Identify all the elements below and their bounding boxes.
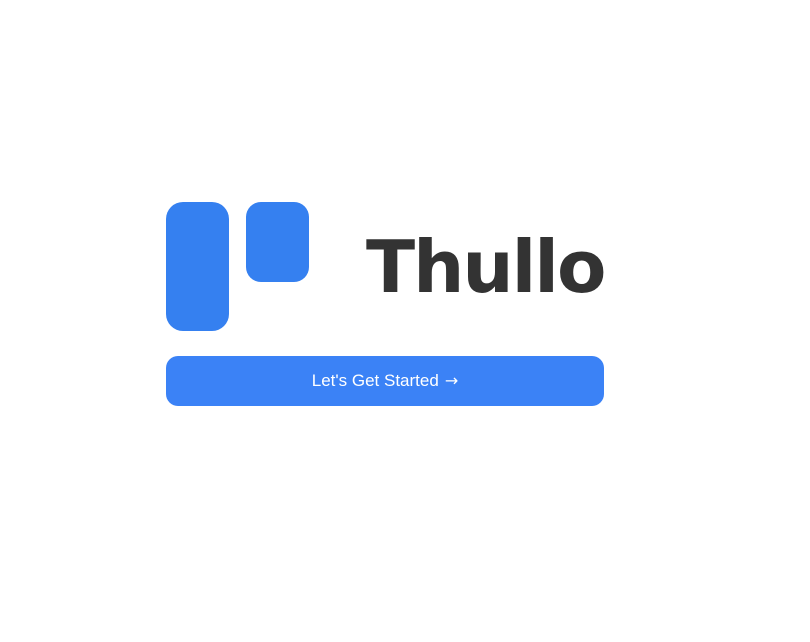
logo-tall-bar xyxy=(166,202,229,331)
brand-name: Thullo xyxy=(366,225,606,309)
arrow-right-icon: → xyxy=(444,371,459,390)
logo-short-bar xyxy=(246,202,309,282)
get-started-label: Let's Get Started xyxy=(311,371,439,390)
board-columns-logo-icon xyxy=(166,202,310,332)
welcome-screen: Thullo Let's Get Started → xyxy=(0,0,810,642)
get-started-button[interactable]: Let's Get Started → xyxy=(166,356,604,406)
